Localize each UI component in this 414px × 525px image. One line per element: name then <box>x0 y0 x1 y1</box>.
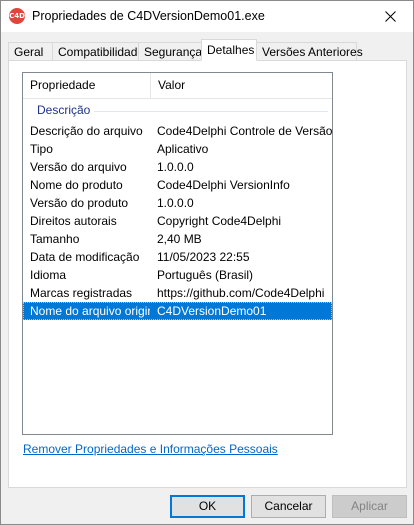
properties-list[interactable]: Propriedade Valor Descrição Descrição do… <box>22 72 333 435</box>
row-property: Marcas registradas <box>30 286 133 300</box>
tab-detalhes[interactable]: Detalhes <box>201 39 257 61</box>
row-value: 11/05/2023 22:55 <box>157 250 250 264</box>
row-property: Versão do produto <box>30 196 129 210</box>
tab-geral[interactable]: Geral <box>8 42 53 60</box>
row-value: Code4Delphi Controle de Versão <box>157 124 332 138</box>
row-value: Code4Delphi VersionInfo <box>157 178 290 192</box>
list-row[interactable]: Tamanho 2,40 MB <box>23 230 332 248</box>
tab-strip: Geral Compatibilidade Segurança Detalhes… <box>8 39 406 61</box>
remove-properties-link[interactable]: Remover Propriedades e Informações Pesso… <box>23 442 278 456</box>
list-row[interactable]: Versão do produto 1.0.0.0 <box>23 194 332 212</box>
row-value: https://github.com/Code4Delphi <box>157 286 325 300</box>
tab-compatibilidade[interactable]: Compatibilidade <box>52 42 144 60</box>
list-row[interactable]: Data de modificação 11/05/2023 22:55 <box>23 248 332 266</box>
row-value: 1.0.0.0 <box>157 196 194 210</box>
tab-seguranca[interactable]: Segurança <box>138 42 202 60</box>
row-property: Idioma <box>30 268 67 282</box>
list-row[interactable]: Descrição do arquivo Code4Delphi Control… <box>23 122 332 140</box>
row-value: Português (Brasil) <box>157 268 254 282</box>
column-header-value[interactable]: Valor <box>151 73 332 98</box>
list-row[interactable]: Direitos autorais Copyright Code4Delphi <box>23 212 332 230</box>
row-value: Aplicativo <box>157 142 209 156</box>
row-value: 2,40 MB <box>157 232 202 246</box>
close-icon <box>384 11 396 22</box>
apply-button[interactable]: Aplicar <box>332 495 407 518</box>
list-row[interactable]: Marcas registradas https://github.com/Co… <box>23 284 332 302</box>
row-property: Data de modificação <box>30 250 140 264</box>
close-button[interactable] <box>367 1 413 32</box>
list-row-selected[interactable]: Nome do arquivo original C4DVersionDemo0… <box>23 302 332 320</box>
row-property: Nome do produto <box>30 178 123 192</box>
list-header: Propriedade Valor <box>23 73 332 99</box>
list-row[interactable]: Tipo Aplicativo <box>23 140 332 158</box>
row-value: Copyright Code4Delphi <box>157 214 282 228</box>
group-header-descricao[interactable]: Descrição <box>23 101 332 119</box>
app-icon: C4D <box>9 8 25 24</box>
tab-versoes-anteriores[interactable]: Versões Anteriores <box>256 42 363 60</box>
cancel-button[interactable]: Cancelar <box>251 495 326 518</box>
row-property: Descrição do arquivo <box>30 124 143 138</box>
row-property: Nome do arquivo original <box>30 304 150 318</box>
ok-button[interactable]: OK <box>170 495 245 518</box>
list-row[interactable]: Versão do arquivo 1.0.0.0 <box>23 158 332 176</box>
list-row[interactable]: Nome do produto Code4Delphi VersionInfo <box>23 176 332 194</box>
properties-window: C4D Propriedades de C4DVersionDemo01.exe… <box>0 0 414 525</box>
row-value: 1.0.0.0 <box>157 160 194 174</box>
column-header-property[interactable]: Propriedade <box>23 73 151 98</box>
details-tab-page: Propriedade Valor Descrição Descrição do… <box>8 60 407 488</box>
row-property: Versão do arquivo <box>30 160 127 174</box>
row-property: Tamanho <box>30 232 80 246</box>
row-property: Tipo <box>30 142 53 156</box>
window-title: Propriedades de C4DVersionDemo01.exe <box>32 9 265 23</box>
row-property: Direitos autorais <box>30 214 117 228</box>
row-value: C4DVersionDemo01 <box>157 304 267 318</box>
title-bar[interactable]: C4D Propriedades de C4DVersionDemo01.exe <box>1 1 413 32</box>
group-label: Descrição <box>37 103 95 117</box>
list-row[interactable]: Idioma Português (Brasil) <box>23 266 332 284</box>
